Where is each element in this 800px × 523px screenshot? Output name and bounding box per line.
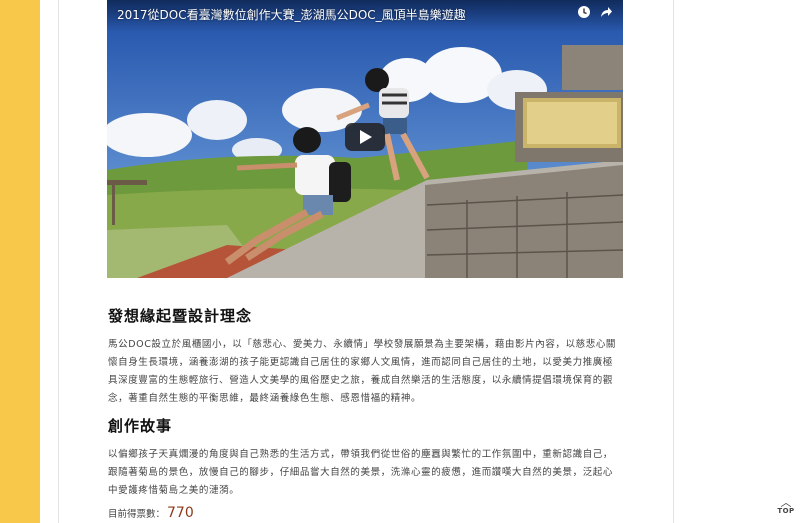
share-icon[interactable] (599, 5, 613, 19)
play-icon (360, 130, 372, 144)
video-title[interactable]: 2017從DOC看臺灣數位創作大賽_澎湖馬公DOC_風頂半島樂遊趣 (117, 6, 466, 23)
chevron-up-icon: ︿ (780, 496, 792, 509)
clock-icon[interactable] (577, 5, 591, 19)
vote-count-label: 目前得票數： (108, 509, 166, 520)
left-accent-stripe (0, 0, 40, 523)
section-title-design-concept: 發想緣起暨設計理念 (108, 307, 253, 325)
design-concept-text: 馬公DOC設立於風櫃國小，以「慈悲心、愛美力、永續情」學校發展願景為主要架構，藉… (108, 339, 617, 404)
section-title-creative-story: 創作故事 (108, 417, 173, 435)
creative-story-text: 以偏鄉孩子天真爛漫的角度與自己熟悉的生活方式，帶領我們從世俗的塵囂與繁忙的工作氛… (108, 449, 614, 496)
vote-count-value: 770 (167, 505, 194, 521)
left-margin (40, 0, 58, 523)
play-button[interactable] (345, 123, 385, 151)
back-to-top-button[interactable]: ︿ TOP (774, 496, 798, 520)
back-to-top-label: TOP (777, 507, 795, 515)
video-player[interactable]: 2017從DOC看臺灣數位創作大賽_澎湖馬公DOC_風頂半島樂遊趣 (107, 0, 623, 278)
vote-count: 目前得票數： 770 (108, 505, 194, 521)
